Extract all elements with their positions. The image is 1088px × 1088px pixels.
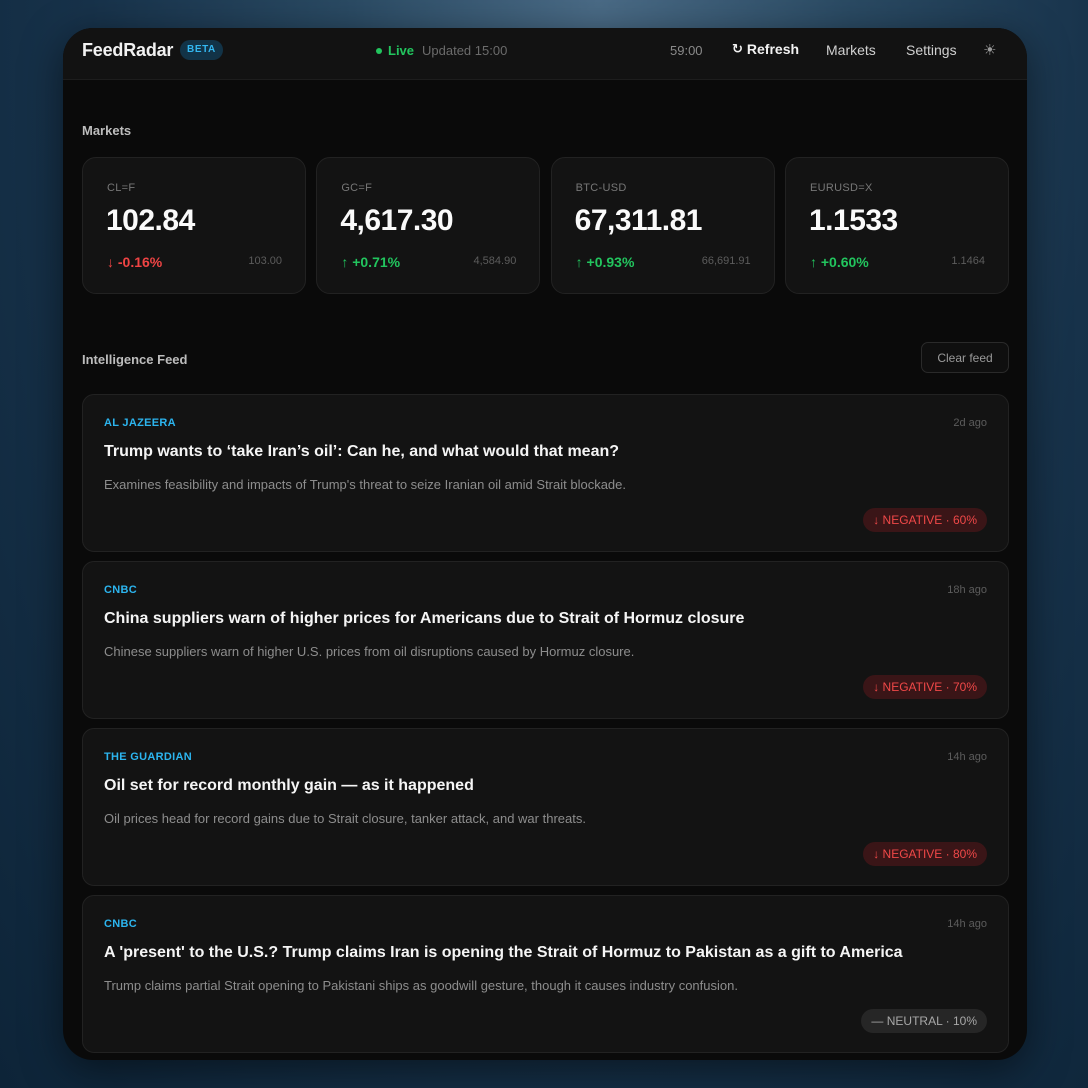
feed-headline[interactable]: Oil set for record monthly gain — as it … [104,777,474,795]
clear-feed-button[interactable]: Clear feed [921,342,1009,373]
feed-source: CNBC [104,918,137,930]
feed-item[interactable]: CNBC 14h ago A 'present' to the U.S.? Tr… [82,895,1009,1053]
feed-source: CNBC [104,584,137,596]
refresh-icon: ↻ [732,41,743,56]
market-prev-close: 4,584.90 [473,255,517,267]
market-symbol: CL=F [107,182,136,194]
live-indicator: Live [376,43,414,58]
market-symbol: BTC-USD [575,182,627,194]
market-change: ↑ +0.71% [341,254,401,270]
market-cards: CL=F 102.84 ↓ -0.16% 103.00 GC=F 4,617.3… [82,157,1009,294]
feed-item[interactable]: THE GUARDIAN 14h ago Oil set for record … [82,728,1009,886]
app-window: FeedRadar BETA Live Updated 15:00 59:00 … [63,28,1027,1060]
top-bar: FeedRadar BETA Live Updated 15:00 59:00 … [63,28,1027,80]
live-dot-icon [376,47,382,54]
refresh-button[interactable]: ↻ Refresh [732,41,799,57]
feed-source: AL JAZEERA [104,417,176,429]
market-change: ↓ -0.16% [107,254,163,270]
nav-settings[interactable]: Settings [906,42,957,58]
markets-section-title: Markets [82,123,132,138]
market-prev-close: 103.00 [248,255,282,267]
feed-item[interactable]: AL JAZEERA 2d ago Trump wants to ‘take I… [82,394,1009,552]
sentiment-badge: ↓ NEGATIVE · 60% [863,508,987,532]
market-change: ↑ +0.93% [575,254,635,270]
refresh-countdown: 59:00 [670,43,703,58]
updated-timestamp: Updated 15:00 [422,43,508,58]
feed-summary: Chinese suppliers warn of higher U.S. pr… [104,644,635,659]
feed-headline[interactable]: A 'present' to the U.S.? Trump claims Ir… [104,944,903,962]
market-card[interactable]: EURUSD=X 1.1533 ↑ +0.60% 1.1464 [784,157,1009,294]
feed-headline[interactable]: Trump wants to ‘take Iran’s oil’: Can he… [104,443,619,461]
market-prev-close: 1.1464 [951,255,985,267]
market-change: ↑ +0.60% [809,254,869,270]
market-symbol: GC=F [341,182,373,194]
market-price: 67,311.81 [574,204,703,237]
sentiment-badge: ↓ NEGATIVE · 70% [863,675,987,699]
market-card[interactable]: GC=F 4,617.30 ↑ +0.71% 4,584.90 [316,157,541,294]
feed-source: THE GUARDIAN [104,751,192,763]
market-price: 102.84 [106,204,195,237]
beta-badge: BETA [180,40,223,60]
market-card[interactable]: BTC-USD 67,311.81 ↑ +0.93% 66,691.91 [550,157,775,294]
feed-section-title: Intelligence Feed [82,352,188,367]
feed-time: 2d ago [953,417,987,429]
feed-summary: Oil prices head for record gains due to … [104,811,586,826]
refresh-label: Refresh [746,41,800,57]
feed-summary: Trump claims partial Strait opening to P… [104,978,738,993]
brand-logo[interactable]: FeedRadar [82,40,173,61]
theme-toggle-sun-icon[interactable]: ☀ [983,41,996,59]
market-price: 4,617.30 [340,204,454,237]
intelligence-feed: AL JAZEERA 2d ago Trump wants to ‘take I… [82,394,1009,1060]
sentiment-badge: — NEUTRAL · 10% [861,1009,987,1033]
feed-summary: Examines feasibility and impacts of Trum… [104,477,626,492]
market-price: 1.1533 [808,204,898,237]
market-card[interactable]: CL=F 102.84 ↓ -0.16% 103.00 [82,157,306,294]
nav-markets[interactable]: Markets [826,42,876,58]
feed-time: 14h ago [947,918,987,930]
market-symbol: EURUSD=X [809,182,873,194]
feed-item[interactable]: CNBC 18h ago China suppliers warn of hig… [82,561,1009,719]
live-label: Live [388,43,415,58]
feed-headline[interactable]: China suppliers warn of higher prices fo… [104,610,744,628]
feed-time: 14h ago [947,751,987,763]
market-prev-close: 66,691.91 [701,255,751,267]
sentiment-badge: ↓ NEGATIVE · 80% [863,842,987,866]
feed-time: 18h ago [947,584,987,596]
